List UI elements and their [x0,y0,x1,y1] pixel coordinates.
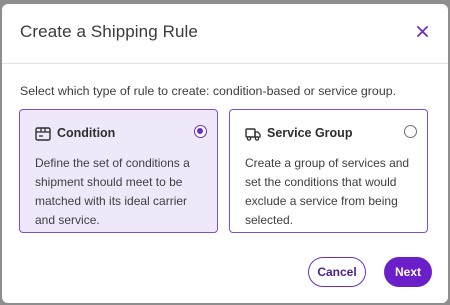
modal-title: Create a Shipping Rule [20,22,198,41]
service-group-option-card[interactable]: Service Group Create a group of services… [229,109,428,233]
close-icon [416,25,428,37]
create-shipping-rule-modal: Create a Shipping Rule Select which type… [2,4,448,303]
truck-icon [245,128,261,141]
intro-text: Select which type of rule to create: con… [20,84,397,98]
condition-option-title: Condition [57,126,116,140]
next-button[interactable]: Next [384,257,432,287]
service-group-option-description: Create a group of services and set the c… [245,156,410,227]
condition-option-description: Define the set of conditions a shipment … [35,156,190,227]
condition-radio[interactable] [194,125,207,138]
service-group-option-title: Service Group [267,126,353,140]
cancel-button[interactable]: Cancel [308,257,366,287]
modal-header: Create a Shipping Rule [2,4,448,64]
shipment-box-icon [35,127,51,141]
close-button[interactable] [412,21,432,41]
condition-option-card[interactable]: Condition Define the set of conditions a… [19,109,218,233]
service-group-radio[interactable] [404,125,417,138]
